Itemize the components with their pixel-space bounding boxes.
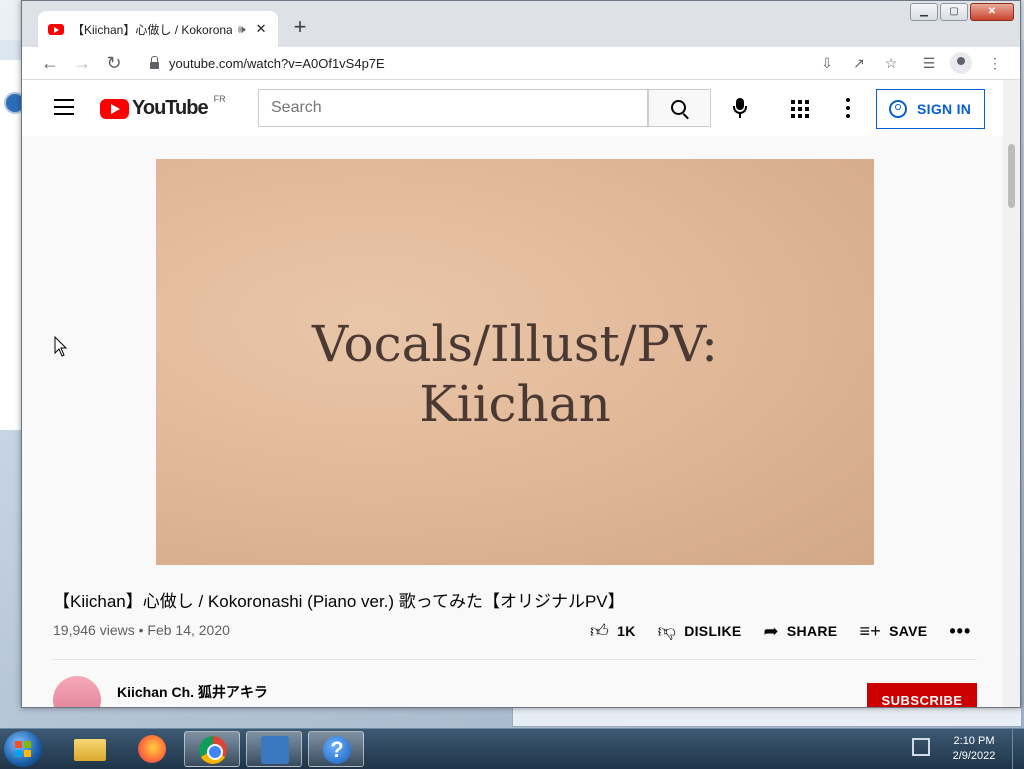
- user-circle-icon: [889, 100, 907, 118]
- youtube-favicon-icon: [48, 23, 64, 35]
- sign-in-label: SIGN IN: [917, 101, 972, 117]
- show-desktop-button[interactable]: [1012, 729, 1024, 769]
- playlist-add-icon: ≡+: [859, 620, 882, 641]
- dislike-label: DISLIKE: [684, 623, 742, 639]
- help-icon: ?: [323, 736, 351, 764]
- system-clock[interactable]: 2:10 PM 2/9/2022: [946, 734, 1002, 764]
- network-icon[interactable]: [912, 738, 930, 756]
- share-label: SHARE: [786, 623, 838, 639]
- search-icon: [671, 100, 686, 115]
- window-controls: ▁ ▢ ✕: [910, 3, 1014, 21]
- search-input[interactable]: [259, 90, 633, 126]
- thumbs-up-icon: 👍︎: [590, 621, 610, 641]
- browser-window: 【Kiichan】心做し / Kokoronashi 🕪 ✕ + ▁ ▢ ✕ ←…: [21, 0, 1021, 708]
- more-actions-button[interactable]: •••: [949, 621, 971, 642]
- save-button[interactable]: ≡+ SAVE: [859, 621, 927, 642]
- taskbar: ? 2:10 PM 2/9/2022: [0, 728, 1024, 769]
- firefox-icon: [138, 735, 166, 763]
- new-tab-button[interactable]: +: [286, 13, 314, 41]
- thumbs-down-icon: 👎︎: [657, 621, 677, 641]
- apps-grid-icon[interactable]: [791, 100, 809, 118]
- channel-name[interactable]: Kiichan Ch. 狐井アキラ: [117, 682, 268, 702]
- country-code: FR: [213, 93, 226, 104]
- taskbar-control-panel[interactable]: [246, 731, 302, 767]
- url-text[interactable]: youtube.com/watch?v=A0Of1vS4p7E: [169, 56, 385, 71]
- share-arrow-icon: ➦: [763, 620, 779, 641]
- scrollbar-thumb[interactable]: [1008, 144, 1015, 208]
- media-control-icon[interactable]: ☰: [918, 52, 940, 74]
- start-button[interactable]: [4, 731, 42, 767]
- browser-tab-active[interactable]: 【Kiichan】心做し / Kokoronashi 🕪 ✕: [38, 11, 278, 47]
- settings-kebab-icon[interactable]: [846, 98, 850, 118]
- search-box[interactable]: [258, 89, 648, 127]
- bookmark-star-icon[interactable]: ☆: [880, 52, 902, 74]
- control-panel-icon: [261, 736, 289, 764]
- dislike-button[interactable]: 👎︎ DISLIKE: [658, 620, 742, 642]
- subscribe-button[interactable]: SUBSCRIBE: [867, 683, 977, 707]
- folder-icon: [74, 739, 106, 761]
- windows-logo-icon: [15, 741, 31, 757]
- forward-arrow-icon[interactable]: →: [70, 51, 94, 75]
- address-bar[interactable]: youtube.com/watch?v=A0Of1vS4p7E: [142, 51, 812, 75]
- video-frame-line1: Vocals/Illust/PV:: [311, 315, 719, 373]
- video-frame-text: Vocals/Illust/PV: Kiichan: [156, 314, 874, 434]
- divider: [53, 659, 977, 660]
- channel-avatar[interactable]: [53, 676, 101, 707]
- clock-date: 2/9/2022: [952, 750, 996, 762]
- browser-toolbar: ← → ↻ youtube.com/watch?v=A0Of1vS4p7E ⇩ …: [22, 47, 1020, 80]
- back-arrow-icon[interactable]: ←: [38, 51, 62, 75]
- video-title: 【Kiichan】心做し / Kokoronashi (Piano ver.) …: [53, 592, 625, 611]
- page-scrollbar[interactable]: [1003, 80, 1020, 707]
- hamburger-menu-icon[interactable]: [54, 99, 74, 115]
- mouse-cursor-icon: [54, 336, 68, 357]
- minimize-button[interactable]: ▁: [910, 3, 938, 21]
- chrome-icon: [199, 736, 227, 764]
- save-label: SAVE: [889, 623, 928, 639]
- speaker-icon[interactable]: 🕪: [238, 22, 246, 37]
- video-player[interactable]: Vocals/Illust/PV: Kiichan: [156, 159, 874, 565]
- sign-in-button[interactable]: SIGN IN: [876, 89, 985, 129]
- share-page-icon[interactable]: ↗: [848, 52, 870, 74]
- youtube-logo[interactable]: YouTube FR: [100, 93, 226, 120]
- close-window-button[interactable]: ✕: [970, 3, 1014, 21]
- taskbar-chrome[interactable]: [184, 731, 240, 767]
- profile-avatar-icon[interactable]: [950, 52, 972, 74]
- youtube-page: YouTube FR SIGN IN Vocals/Ill: [22, 80, 1003, 707]
- browser-menu-icon[interactable]: ⋮: [984, 52, 1006, 74]
- taskbar-firefox[interactable]: [124, 731, 180, 767]
- microphone-icon[interactable]: [728, 96, 752, 120]
- maximize-button[interactable]: ▢: [940, 3, 968, 21]
- video-actions: 👍︎ 1K 👎︎ DISLIKE ➦ SHARE ≡+ SAVE •••: [590, 620, 971, 642]
- taskbar-explorer[interactable]: [62, 731, 118, 767]
- background-window-left: [0, 60, 26, 430]
- tab-strip: 【Kiichan】心做し / Kokoronashi 🕪 ✕ + ▁ ▢ ✕: [22, 1, 1020, 47]
- install-app-icon[interactable]: ⇩: [816, 52, 838, 74]
- youtube-play-icon: [100, 98, 129, 119]
- youtube-header: YouTube FR SIGN IN: [22, 80, 1003, 136]
- youtube-logo-text: YouTube: [132, 97, 209, 119]
- like-button[interactable]: 👍︎ 1K: [590, 620, 636, 642]
- share-button[interactable]: ➦ SHARE: [764, 621, 838, 642]
- tab-title: 【Kiichan】心做し / Kokoronashi: [72, 22, 232, 37]
- like-count: 1K: [617, 623, 636, 639]
- reload-icon[interactable]: ↻: [102, 51, 126, 75]
- clock-time: 2:10 PM: [953, 735, 995, 747]
- lock-icon[interactable]: [150, 55, 159, 69]
- video-meta: 19,946 views • Feb 14, 2020: [53, 622, 230, 638]
- taskbar-help[interactable]: ?: [308, 731, 364, 767]
- video-frame-line2: Kiichan: [419, 375, 611, 433]
- search-button[interactable]: [648, 89, 711, 127]
- tab-close-button[interactable]: ✕: [256, 21, 267, 37]
